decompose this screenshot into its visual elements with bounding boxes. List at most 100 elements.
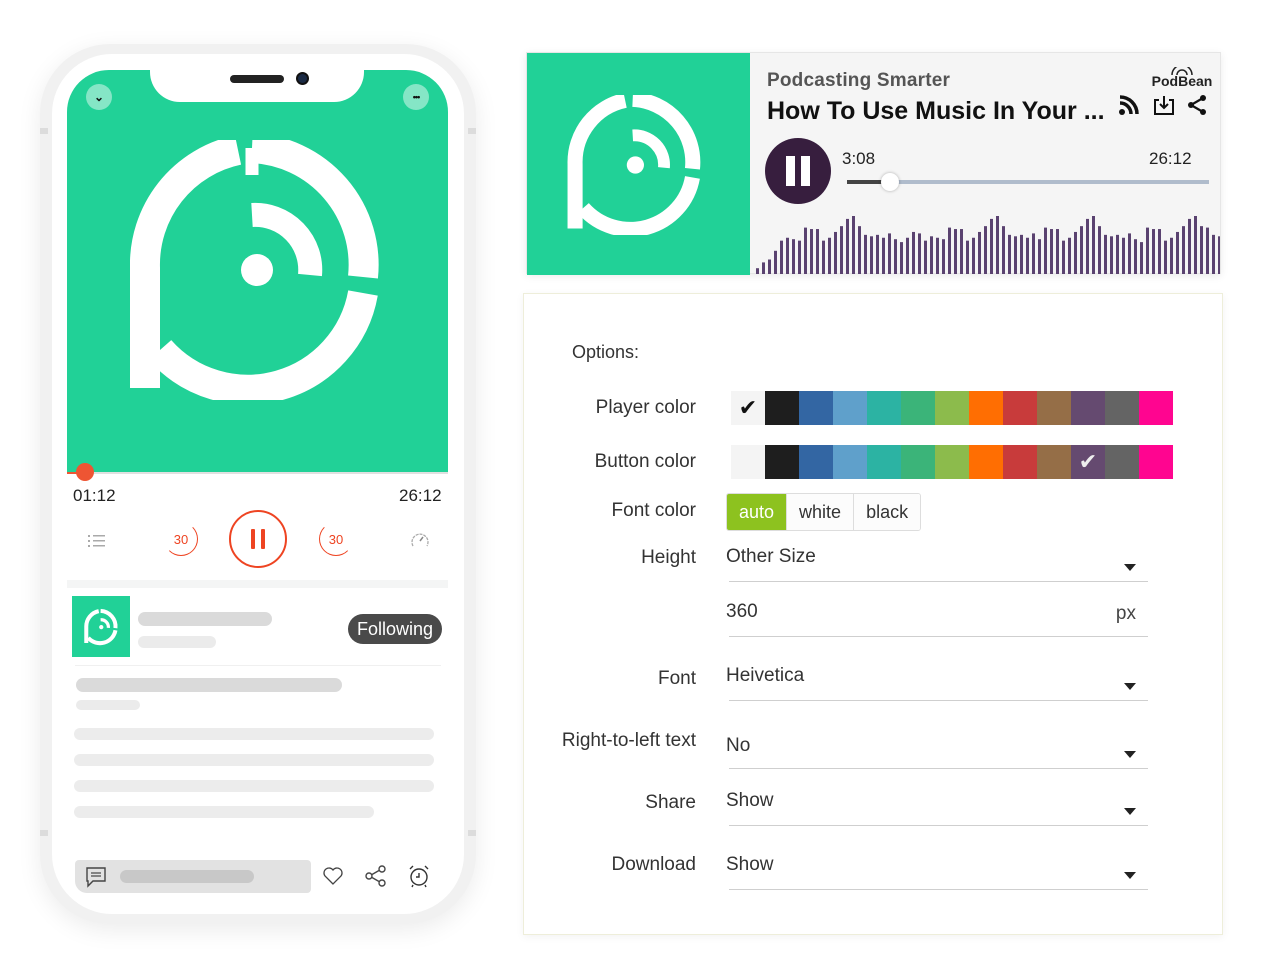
player-color-swatch[interactable]: [867, 391, 901, 425]
playback-speed-button[interactable]: [407, 527, 433, 553]
share-button[interactable]: [1185, 93, 1209, 117]
episode-title-placeholder: [76, 678, 342, 692]
pause-button[interactable]: [229, 510, 287, 568]
waveform-bar: [804, 227, 807, 274]
waveform-bar: [978, 231, 981, 274]
font-color-auto[interactable]: auto: [727, 494, 788, 530]
waveform-bar: [966, 240, 969, 274]
button-color-swatch[interactable]: [1139, 445, 1173, 479]
waveform-bar: [1128, 233, 1131, 274]
comment-input[interactable]: [75, 860, 311, 893]
player-color-swatch[interactable]: [901, 391, 935, 425]
waveform[interactable]: [754, 213, 1220, 274]
font-color-black[interactable]: black: [854, 494, 921, 530]
waveform-bar: [900, 242, 903, 274]
dropdown-caret-icon: [1124, 564, 1136, 571]
rss-icon: [1119, 95, 1139, 115]
font-color-selector: auto white black: [726, 493, 922, 531]
options-title: Options:: [572, 342, 640, 362]
player-progress-handle[interactable]: [881, 173, 900, 191]
button-color-swatch[interactable]: [731, 445, 765, 479]
waveform-bar: [972, 237, 975, 274]
waveform-bar: [1086, 218, 1089, 274]
player-color-swatch[interactable]: [799, 391, 833, 425]
sleep-timer-button[interactable]: [406, 863, 432, 889]
player-color-swatch[interactable]: [765, 391, 799, 425]
waveform-bar: [1080, 226, 1083, 274]
font-select[interactable]: Heivetica: [726, 661, 1148, 701]
phone-speaker: [230, 75, 284, 83]
font-label: Font: [657, 668, 696, 689]
pause-button[interactable]: [765, 138, 831, 204]
podbean-brand-logo[interactable]: PodBean: [1144, 67, 1220, 89]
button-color-swatch[interactable]: [935, 445, 969, 479]
podcast-thumbnail[interactable]: [72, 596, 130, 657]
button-color-swatch[interactable]: [1105, 445, 1139, 479]
waveform-bar: [888, 233, 891, 274]
phone-progress-track[interactable]: [67, 472, 448, 474]
waveform-bar: [864, 234, 867, 274]
skip-forward-button[interactable]: 30: [319, 522, 353, 556]
button-color-label: Button color: [594, 451, 696, 472]
episode-date-placeholder: [76, 700, 140, 710]
player-color-swatch[interactable]: [1139, 391, 1173, 425]
download-select[interactable]: Show: [726, 850, 1148, 890]
episode-title[interactable]: How To Use Music In Your ...: [767, 97, 1105, 126]
player-color-swatch[interactable]: [833, 391, 867, 425]
download-button[interactable]: [1152, 93, 1176, 117]
dropdown-caret-icon: [1124, 808, 1136, 815]
font-color-white[interactable]: white: [787, 494, 855, 530]
more-options-button[interactable]: •••: [403, 84, 429, 110]
heart-icon: [323, 867, 343, 885]
button-color-swatch[interactable]: [1003, 445, 1037, 479]
rtl-select[interactable]: No: [726, 729, 1148, 769]
waveform-bar: [876, 234, 879, 274]
podbean-logo-icon: [130, 140, 379, 400]
waveform-bar: [1188, 218, 1191, 274]
comment-icon: [86, 867, 106, 888]
collapse-button[interactable]: ⌄: [86, 84, 112, 110]
waveform-bar: [1068, 237, 1071, 274]
waveform-bar: [1164, 240, 1167, 274]
podcast-name: Podcasting Smarter: [767, 70, 951, 91]
download-select-value: Show: [726, 854, 774, 875]
height-select[interactable]: Other Size: [726, 542, 1148, 582]
player-color-swatch[interactable]: [1105, 391, 1139, 425]
button-color-swatch[interactable]: [969, 445, 1003, 479]
button-color-swatch[interactable]: [1037, 445, 1071, 479]
share-button[interactable]: [363, 863, 389, 889]
button-color-swatch[interactable]: [901, 445, 935, 479]
waveform-bar: [948, 227, 951, 274]
playlist-button[interactable]: [84, 528, 110, 554]
waveform-bar: [882, 237, 885, 274]
height-custom-input[interactable]: 360 px: [726, 597, 1148, 637]
phone-side-button: [40, 128, 48, 134]
button-color-swatch[interactable]: [799, 445, 833, 479]
like-button[interactable]: [320, 863, 346, 889]
rtl-select-value: No: [726, 735, 751, 756]
player-color-swatch[interactable]: ✔: [731, 391, 765, 425]
waveform-bar: [1092, 216, 1095, 274]
waveform-bar: [996, 216, 999, 274]
player-color-swatch[interactable]: [969, 391, 1003, 425]
player-color-swatch[interactable]: [1071, 391, 1105, 425]
button-color-swatch[interactable]: ✔: [1071, 445, 1105, 479]
player-color-swatch[interactable]: [935, 391, 969, 425]
elapsed-time: 3:08: [842, 149, 876, 168]
skip-back-button[interactable]: 30: [164, 522, 198, 556]
waveform-bar: [1152, 229, 1155, 274]
button-color-swatch[interactable]: [867, 445, 901, 479]
button-color-swatch[interactable]: [765, 445, 799, 479]
rss-button[interactable]: [1117, 93, 1141, 117]
player-progress-track[interactable]: [847, 180, 1209, 184]
following-button[interactable]: Following: [348, 614, 442, 644]
share-select[interactable]: Show: [726, 786, 1148, 826]
waveform-bar: [894, 239, 897, 274]
button-color-swatch[interactable]: [833, 445, 867, 479]
description-line-placeholder: [74, 780, 434, 792]
player-color-swatch[interactable]: [1037, 391, 1071, 425]
player-color-swatch[interactable]: [1003, 391, 1037, 425]
waveform-bar: [936, 237, 939, 274]
phone-progress-handle[interactable]: [75, 463, 94, 481]
waveform-bar: [1014, 236, 1017, 274]
